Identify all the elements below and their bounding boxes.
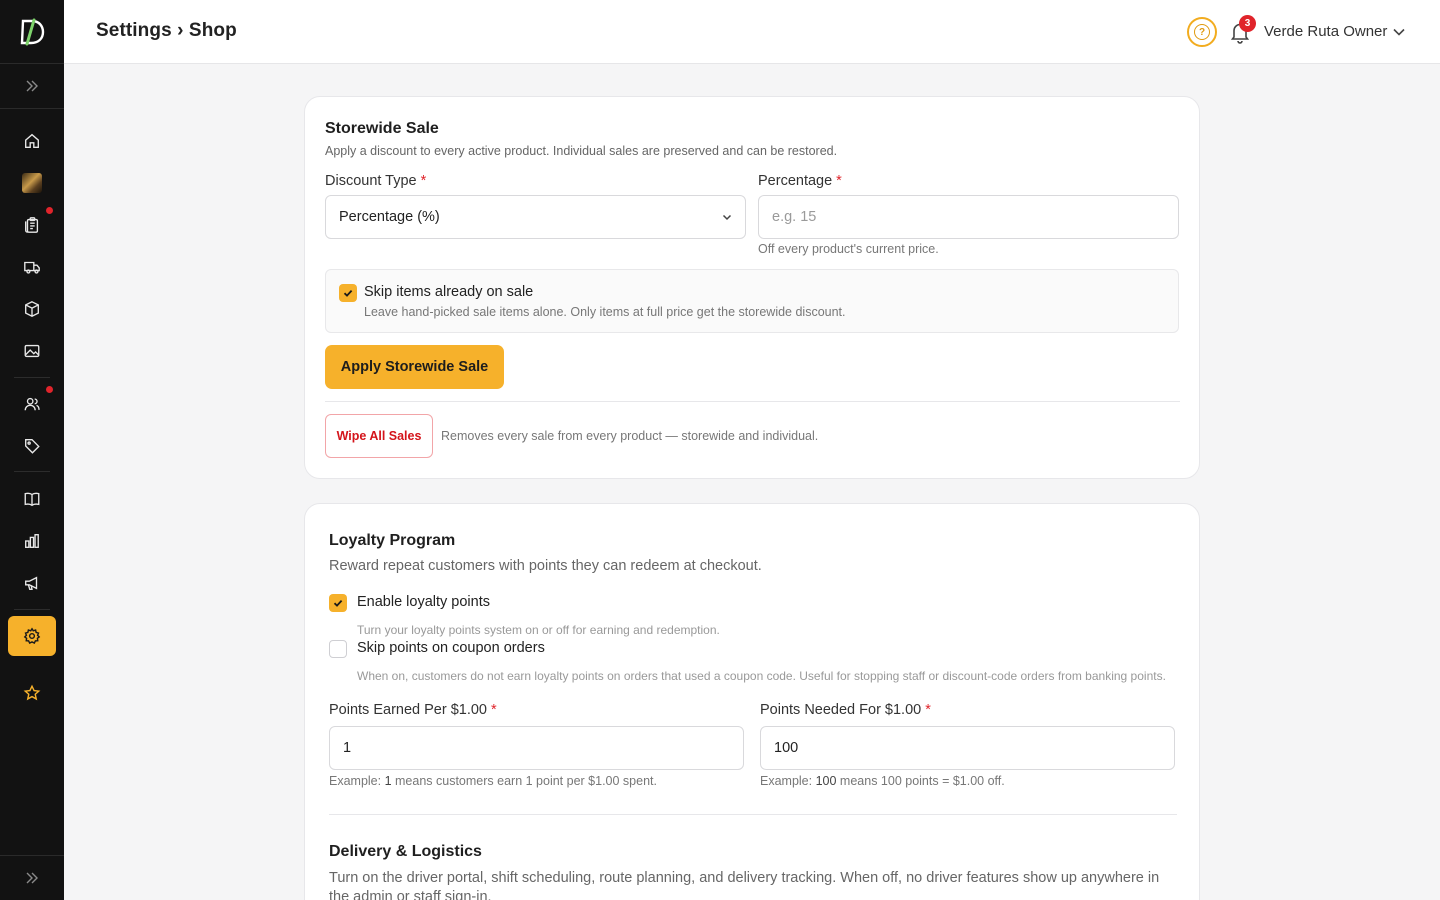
points-needed-input[interactable]: 100: [760, 726, 1175, 770]
chevron-down-icon[interactable]: [1392, 25, 1406, 39]
tag-icon: [25, 439, 40, 454]
sidebar-divider: [14, 609, 50, 610]
megaphone-icon: [25, 576, 38, 590]
user-menu-name[interactable]: Verde Ruta Owner: [1264, 23, 1387, 40]
sidebar-item-reports[interactable]: [8, 521, 56, 561]
wipe-all-sales-button[interactable]: Wipe All Sales: [325, 414, 433, 458]
percentage-input[interactable]: e.g. 15: [758, 195, 1179, 239]
home-icon: [25, 133, 39, 148]
required-asterisk: *: [491, 702, 497, 718]
check-icon: [333, 599, 343, 607]
question-icon: ?: [1194, 24, 1210, 40]
sidebar-item-product-thumbnail[interactable]: [8, 163, 56, 203]
skip-coupon-points-help: When on, customers do not earn loyalty p…: [357, 669, 1166, 683]
breadcrumb: Settings › Shop: [96, 20, 237, 41]
discount-type-value: Percentage (%): [339, 209, 440, 225]
orders-icon: [25, 217, 39, 233]
section-divider: [325, 401, 1180, 402]
sidebar: [0, 0, 64, 900]
gear-icon: [23, 627, 41, 644]
sidebar-item-settings[interactable]: [8, 616, 56, 656]
sidebar-item-marketing[interactable]: [8, 563, 56, 603]
chevron-down-icon: [722, 214, 732, 221]
sidebar-divider: [14, 471, 50, 472]
logo-icon: [20, 18, 45, 45]
expand-sidebar-button[interactable]: [0, 64, 64, 109]
discount-type-label: Discount Type *: [325, 173, 427, 189]
double-chevron-right-icon: [26, 872, 38, 884]
loyalty-title: Loyalty Program: [329, 532, 456, 549]
enable-loyalty-checkbox[interactable]: [329, 594, 347, 612]
sidebar-item-discounts[interactable]: [8, 426, 56, 466]
box-icon: [25, 301, 39, 317]
sidebar-item-home[interactable]: [8, 121, 56, 161]
sidebar-item-favorites[interactable]: [8, 673, 56, 713]
storewide-sale-subtitle: Apply a discount to every active product…: [325, 144, 838, 158]
sidebar-item-media[interactable]: [8, 331, 56, 371]
double-chevron-right-icon: [26, 80, 38, 92]
storewide-sale-card: Storewide Sale Apply a discount to every…: [304, 96, 1200, 479]
skip-sale-items-checkbox[interactable]: [339, 284, 357, 302]
skip-sale-items-option: Skip items already on sale Leave hand-pi…: [325, 269, 1179, 333]
delivery-truck-icon: [24, 261, 40, 274]
required-asterisk: *: [925, 702, 931, 718]
expand-sidebar-bottom-button[interactable]: [0, 855, 64, 900]
sidebar-divider: [14, 377, 50, 378]
delivery-title: Delivery & Logistics: [329, 843, 482, 860]
delivery-subtitle: Turn on the driver portal, shift schedul…: [329, 870, 1160, 900]
star-icon: [23, 684, 41, 701]
loyalty-subtitle: Reward repeat customers with points they…: [329, 558, 762, 574]
skip-coupon-points-checkbox[interactable]: [329, 640, 347, 658]
storewide-sale-title: Storewide Sale: [325, 120, 439, 137]
skip-coupon-points-label: Skip points on coupon orders: [357, 640, 545, 656]
sidebar-item-delivery[interactable]: [8, 247, 56, 287]
section-divider: [329, 814, 1177, 815]
customers-icon: [24, 397, 40, 411]
notification-count-badge: 3: [1239, 15, 1256, 32]
percentage-help: Off every product's current price.: [758, 242, 939, 256]
top-header: Settings › Shop ? 3 Verde Ruta Owner: [64, 0, 1440, 64]
apply-storewide-sale-button[interactable]: Apply Storewide Sale: [325, 345, 504, 389]
points-needed-label: Points Needed For $1.00 *: [760, 702, 931, 718]
image-icon: [24, 344, 40, 358]
app-logo[interactable]: [0, 0, 64, 64]
chart-icon: [25, 534, 39, 548]
points-needed-help: Example: 100 means 100 points = $1.00 of…: [760, 774, 1005, 788]
skip-sale-items-help: Leave hand-picked sale items alone. Only…: [364, 305, 846, 319]
required-asterisk: *: [420, 173, 427, 189]
wipe-all-sales-help: Removes every sale from every product — …: [441, 429, 819, 443]
required-asterisk: *: [836, 173, 842, 189]
product-thumbnail: [22, 173, 42, 193]
discount-type-select[interactable]: Percentage (%): [325, 195, 746, 239]
percentage-label: Percentage *: [758, 173, 842, 189]
enable-loyalty-help: Turn your loyalty points system on or of…: [357, 623, 720, 637]
notification-dot: [46, 386, 53, 393]
points-earned-help: Example: 1 means customers earn 1 point …: [329, 774, 657, 788]
enable-loyalty-label: Enable loyalty points: [357, 594, 490, 610]
loyalty-delivery-card: Loyalty Program Reward repeat customers …: [304, 503, 1200, 900]
check-icon: [343, 289, 353, 297]
points-earned-input[interactable]: 1: [329, 726, 744, 770]
sidebar-item-products[interactable]: [8, 289, 56, 329]
skip-sale-items-label: Skip items already on sale: [364, 284, 534, 300]
notification-dot: [46, 207, 53, 214]
help-button[interactable]: ?: [1187, 17, 1217, 47]
sidebar-item-catalog[interactable]: [8, 479, 56, 519]
points-earned-label: Points Earned Per $1.00 *: [329, 702, 497, 718]
book-icon: [24, 492, 40, 507]
